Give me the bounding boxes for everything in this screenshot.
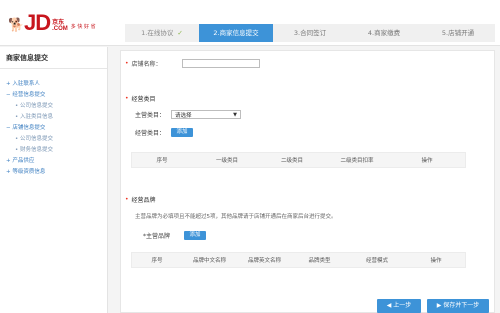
prev-step-button[interactable]: ◀ 上一步 xyxy=(377,299,421,313)
prev-step-label: 上一步 xyxy=(393,302,412,309)
sidebar-nav: + 入驻联系人 − 经营信息提交 • 公司信息提交 • 入驻类目信息 − 店铺信… xyxy=(0,69,107,178)
sidebar-title: 商家信息提交 xyxy=(0,47,107,69)
step-label: 1.在线协议 xyxy=(141,29,174,37)
brand-note: 主营品牌为必填项且不能超过5项，其他品牌请于店铺开通后在商家后台进行提交。 xyxy=(135,214,337,220)
brand-section-title: • 经营品牌 xyxy=(125,195,156,204)
required-marker: • xyxy=(125,95,129,102)
sidebar-item-business-info[interactable]: − 经营信息提交 xyxy=(6,90,107,101)
col-action: 操作 xyxy=(430,258,442,264)
logo-slogan: 多 快 好 省 xyxy=(70,24,96,30)
main-category-label: 主营类目： xyxy=(135,112,166,119)
logo-sub: 京东 .COM xyxy=(52,20,68,32)
progress-steps: 1.在线协议 ✓ 2.商家信息提交 3.合同签订 4.商家缴费 5.店铺开通 xyxy=(125,24,495,42)
col-brand-type: 品牌类型 xyxy=(308,258,331,264)
category-table-header: 序号 一级类目 二级类目 二级类目扣率 操作 xyxy=(131,152,466,168)
brand-section-label: 经营品牌 xyxy=(131,197,156,204)
col-brand-en: 品牌英文名称 xyxy=(247,258,281,264)
business-category-row: 经营类目： 添加 xyxy=(135,128,194,137)
col-brand-cn: 品牌中文名称 xyxy=(192,258,226,264)
main-brand-row: *主营品牌 添加 xyxy=(143,231,207,240)
col-index: 序号 xyxy=(151,258,163,264)
required-marker: • xyxy=(125,196,129,203)
logo-sub-bottom: .COM xyxy=(52,26,68,32)
check-icon: ✓ xyxy=(177,29,183,37)
brand-table-header: 序号 品牌中文名称 品牌英文名称 品牌类型 经营模式 操作 xyxy=(131,252,466,268)
jd-dog-icon: 🐕 xyxy=(8,18,25,33)
main-brand-label: *主营品牌 xyxy=(143,233,171,240)
step-online-agreement: 1.在线协议 ✓ xyxy=(125,24,199,42)
col-level1: 一级类目 xyxy=(215,158,238,164)
main-form: • 店铺名称： • 经营类目 主营类目： 请选择 ▼ 经营类目： 添加 序号 一… xyxy=(120,50,495,313)
save-next-label: 保存并下一步 xyxy=(443,302,480,309)
store-name-label: 店铺名称： xyxy=(131,61,162,68)
add-category-button[interactable]: 添加 xyxy=(171,128,194,137)
add-brand-button[interactable]: 添加 xyxy=(184,231,207,240)
business-category-label: 经营类目： xyxy=(135,130,166,137)
chevron-down-icon: ▼ xyxy=(233,111,238,118)
sidebar-item-store-company-info[interactable]: • 公司信息提交 xyxy=(6,134,107,145)
step-merchant-info: 2.商家信息提交 xyxy=(199,24,273,42)
col-business-mode: 经营模式 xyxy=(365,258,388,264)
step-store-open: 5.店铺开通 xyxy=(421,24,495,42)
store-name-input[interactable] xyxy=(181,59,260,68)
header: 🐕 JD 京东 .COM 多 快 好 省 1.在线协议 ✓ 2.商家信息提交 3… xyxy=(0,0,500,46)
sidebar: 商家信息提交 + 入驻联系人 − 经营信息提交 • 公司信息提交 • 入驻类目信… xyxy=(0,47,108,313)
col-action: 操作 xyxy=(421,158,433,164)
sidebar-item-company-info[interactable]: • 公司信息提交 xyxy=(6,101,107,112)
category-section-title: • 经营类目 xyxy=(125,94,156,103)
step-label: 5.店铺开通 xyxy=(441,29,475,37)
step-contract: 3.合同签订 xyxy=(273,24,347,42)
category-section-label: 经营类目 xyxy=(131,96,156,103)
col-level2: 二级类目 xyxy=(280,158,303,164)
step-label: 4.商家缴费 xyxy=(367,29,401,37)
logo-text: JD xyxy=(24,10,51,35)
sidebar-item-category-info[interactable]: • 入驻类目信息 xyxy=(6,112,107,123)
sidebar-item-store-info[interactable]: − 店铺信息提交 xyxy=(6,123,107,134)
sidebar-item-contact[interactable]: + 入驻联系人 xyxy=(6,79,107,90)
sidebar-item-product-supply[interactable]: + 产品供应 xyxy=(6,156,107,167)
col-rate: 二级类目扣率 xyxy=(340,158,374,164)
required-marker: • xyxy=(125,60,129,67)
step-payment: 4.商家缴费 xyxy=(347,24,421,42)
main-category-value: 请选择 xyxy=(175,112,192,119)
jd-logo[interactable]: 🐕 JD 京东 .COM 多 快 好 省 xyxy=(8,10,96,35)
main-category-row: 主营类目： 请选择 ▼ xyxy=(135,110,242,119)
store-name-row: • 店铺名称： xyxy=(125,59,260,68)
col-index: 序号 xyxy=(156,158,168,164)
sidebar-item-finance-info[interactable]: • 财务信息提交 xyxy=(6,145,107,156)
main-category-select[interactable]: 请选择 ▼ xyxy=(171,110,242,119)
save-next-button[interactable]: ▶ 保存并下一步 xyxy=(427,299,489,313)
sidebar-item-qualification[interactable]: + 等级资质信息 xyxy=(6,167,107,178)
step-label: 2.商家信息提交 xyxy=(213,29,259,37)
step-label: 3.合同签订 xyxy=(293,29,327,37)
